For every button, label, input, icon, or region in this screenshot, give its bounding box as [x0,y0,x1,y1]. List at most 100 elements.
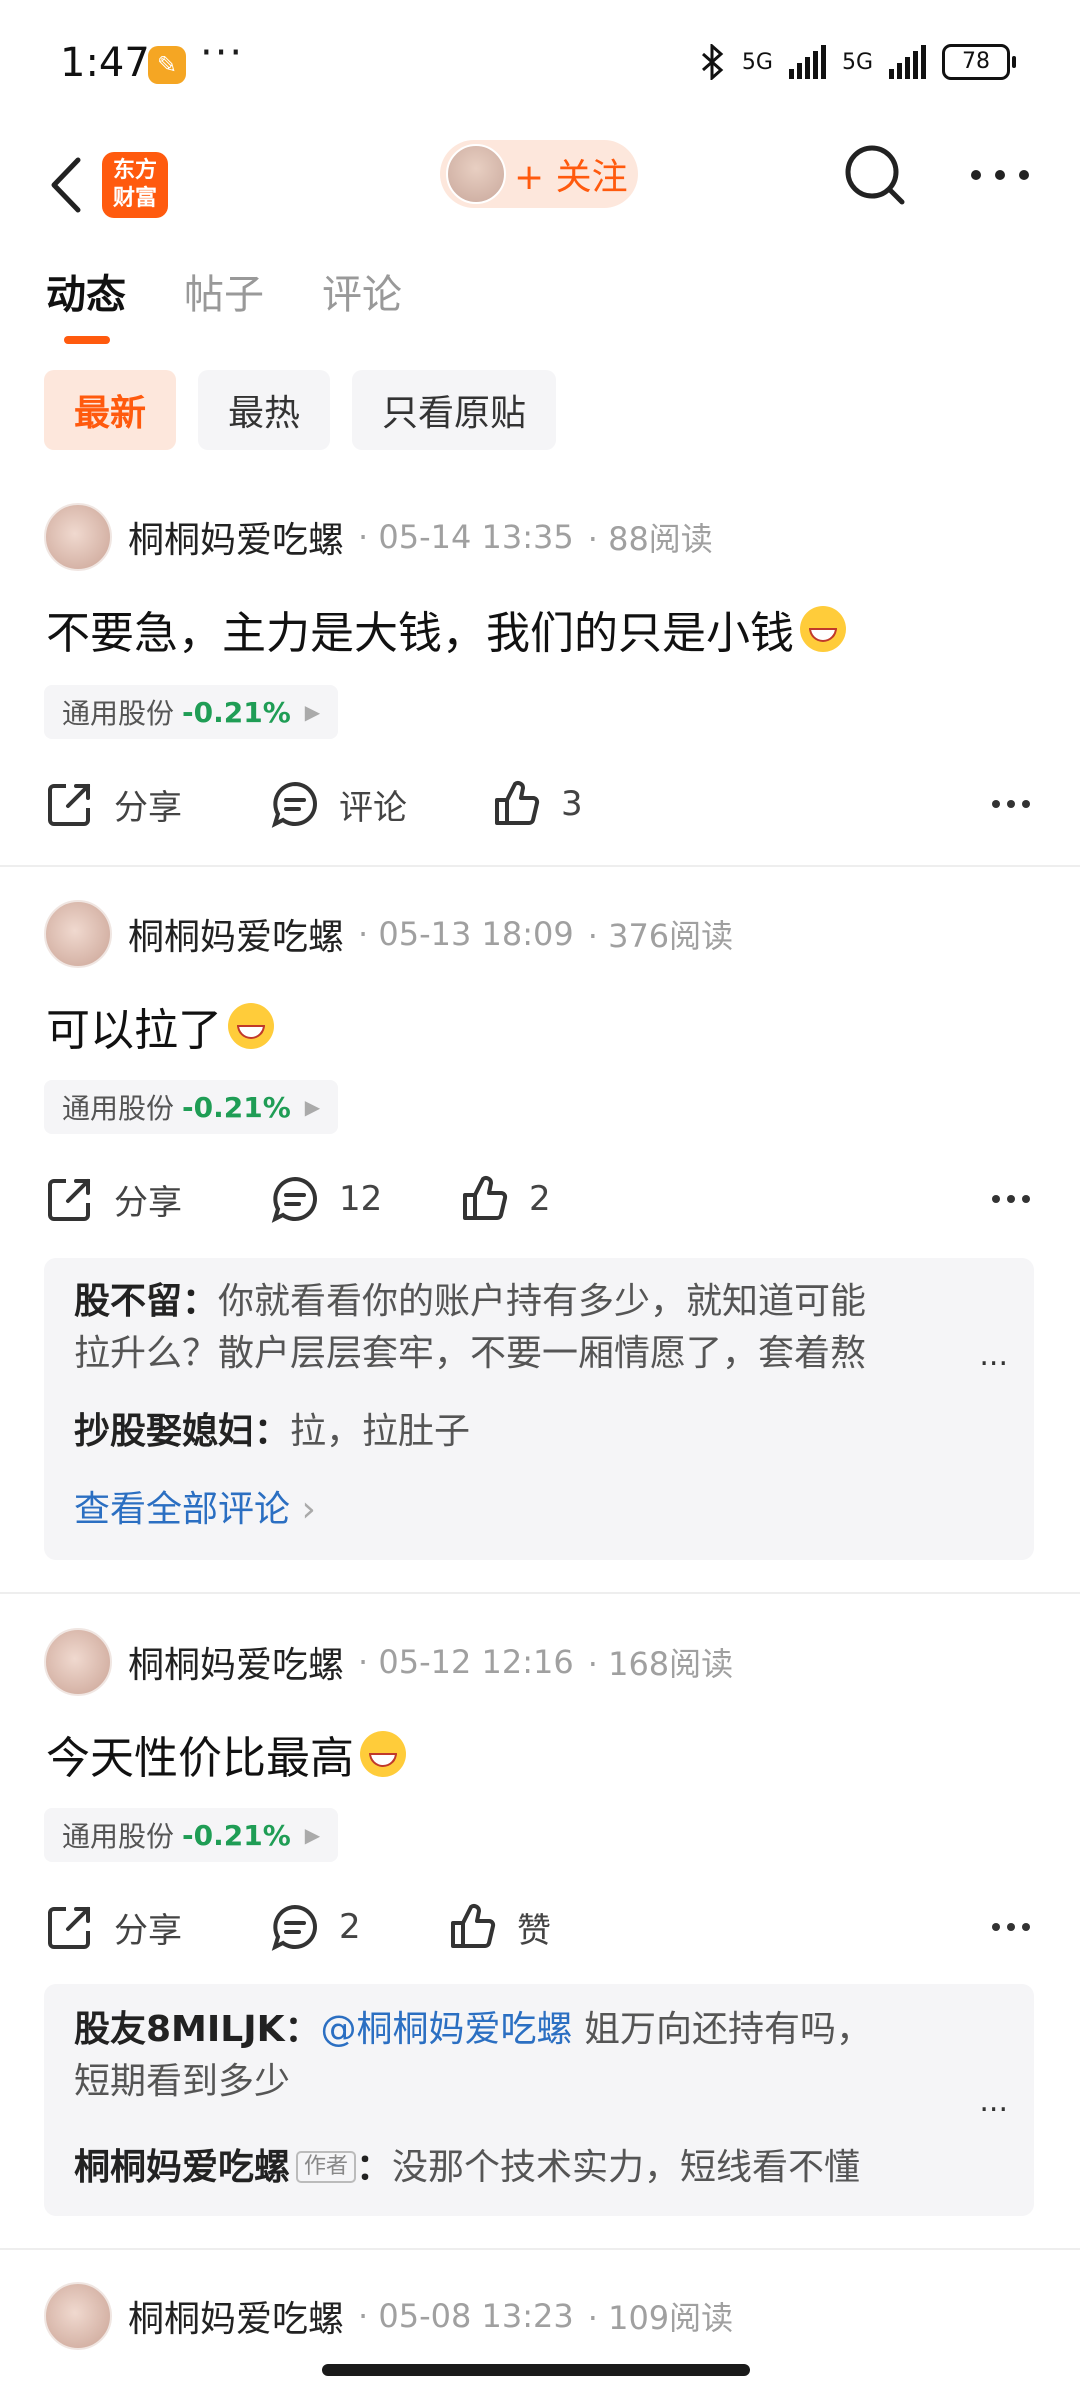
follow-button[interactable]: + 关注 [440,140,638,208]
mention-link[interactable]: @桐桐妈爱吃螺 [321,2009,573,2050]
author-name[interactable]: 桐桐妈爱吃螺 [128,2290,344,2342]
divider [0,1592,1080,1594]
tab-dynamics[interactable]: 动态 [46,262,126,344]
status-more-icon: ··· [200,30,245,76]
stock-name: 通用股份 [62,1820,175,1853]
post-content[interactable]: 不要急，主力是大钱，我们的只是小钱 [46,597,846,661]
avatar[interactable] [44,2282,112,2350]
comment-item[interactable]: 桐桐妈爱吃螺 作者 ：没那个技术实力，短线看不懂 [74,2142,994,2194]
post-author-line: 桐桐妈爱吃螺 · 05-08 13:23 · 109阅读 [44,2282,734,2350]
thumbs-up-icon [495,781,540,825]
play-arrow-icon: ▶ [304,1095,321,1119]
comment-icon [271,1176,317,1223]
follow-label: + 关注 [514,157,628,198]
post-read-count: · 376阅读 [587,917,734,955]
post-content[interactable]: 今天性价比最高 [46,1722,406,1786]
share-button[interactable]: 分享 [44,1901,269,1953]
comment-preview[interactable]: 股友8MILJK：@桐桐妈爱吃螺 姐万向还持有吗， 短期看到多少 ... 桐桐妈… [44,1984,1034,2216]
like-label: 赞 [517,1910,551,1951]
author-name[interactable]: 桐桐妈爱吃螺 [128,511,344,563]
grin-emoji-icon [228,1003,274,1049]
stock-change: -0.21% [182,695,291,729]
comment-button[interactable]: 2 [269,1901,447,1953]
like-count: 2 [529,1179,551,1219]
post-text: 可以拉了 [46,1005,222,1056]
comment-user[interactable]: 桐桐妈爱吃螺 [74,2147,290,2188]
filter-chips: 最新 最热 只看原贴 [44,370,557,450]
bluetooth-icon [701,44,724,80]
avatar[interactable] [44,900,112,968]
stock-name: 通用股份 [62,1092,175,1125]
home-indicator[interactable] [322,2364,750,2376]
like-button[interactable]: 3 [491,778,583,830]
comment-item[interactable]: 股不留：你就看看你的账户持有多少，就知道可能 拉升么？散户层层套牢，不要一厢情愿… [74,1276,994,1380]
post-more-icon[interactable] [986,1902,1036,1952]
post-date: · 05-08 13:23 [358,2297,574,2335]
tab-posts[interactable]: 帖子 [184,262,264,320]
post-card: 桐桐妈爱吃螺 · 05-12 12:16 · 168阅读 今天性价比最高 通用股… [0,1628,1080,2250]
content-tabs: 动态 帖子 评论 [46,262,402,344]
post-more-icon[interactable] [986,779,1036,829]
post-text: 不要急，主力是大钱，我们的只是小钱 [46,608,794,659]
avatar [446,144,506,204]
divider [0,2248,1080,2250]
filter-original-only[interactable]: 只看原贴 [352,370,557,450]
tab-comments[interactable]: 评论 [322,262,402,320]
post-read-count: · 168阅读 [587,1645,734,1683]
status-indicators: 5G 5G 78 [700,44,1016,80]
search-icon[interactable] [840,140,910,210]
post-read-count: · 109阅读 [587,2299,734,2337]
post-date: · 05-14 13:35 [358,518,574,556]
thumbs-up-icon [451,1904,496,1948]
app-notification-icon: ✎ [148,46,186,84]
stock-tag[interactable]: 通用股份 -0.21% ▶ [44,1808,339,1862]
comment-button[interactable]: 评论 [269,778,491,830]
post-card: 桐桐妈爱吃螺 · 05-14 13:35 · 88阅读 不要急，主力是大钱，我们… [0,503,1080,865]
comment-item[interactable]: 抄股娶媳妇：拉，拉肚子 [74,1406,994,1458]
comment-count: 2 [339,1907,361,1947]
battery-icon: 78 [942,44,1016,80]
thumbs-up-icon [463,1176,508,1220]
stock-tag[interactable]: 通用股份 -0.21% ▶ [44,685,339,739]
avatar[interactable] [44,1628,112,1696]
post-card: 桐桐妈爱吃螺 · 05-08 13:23 · 109阅读 [0,2282,1080,2364]
eastmoney-logo[interactable]: 东方 财富 [102,152,168,218]
comment-user[interactable]: 抄股娶媳妇： [74,1411,290,1452]
post-actions: 分享 评论 3 [44,769,1036,839]
filter-hottest[interactable]: 最热 [198,370,331,450]
network-2-label: 5G [841,49,873,75]
post-content[interactable]: 可以拉了 [46,994,274,1058]
like-button[interactable]: 赞 [447,1901,551,1953]
comment-user[interactable]: 股不留： [74,1281,218,1322]
stock-tag[interactable]: 通用股份 -0.21% ▶ [44,1080,339,1134]
post-date: · 05-13 18:09 [358,915,574,953]
post-date: · 05-12 12:16 [358,1643,574,1681]
post-more-icon[interactable] [986,1174,1036,1224]
comment-icon [271,1904,317,1951]
comment-item[interactable]: 股友8MILJK：@桐桐妈爱吃螺 姐万向还持有吗， 短期看到多少 [74,2004,994,2108]
post-author-line: 桐桐妈爱吃螺 · 05-13 18:09 · 376阅读 [44,900,734,968]
post-card: 桐桐妈爱吃螺 · 05-13 18:09 · 376阅读 可以拉了 通用股份 -… [0,900,1080,1592]
share-button[interactable]: 分享 [44,778,269,830]
view-all-label: 查看全部评论 [74,1489,291,1530]
comment-user[interactable]: 股友8MILJK： [74,2009,321,2050]
avatar[interactable] [44,503,112,571]
author-name[interactable]: 桐桐妈爱吃螺 [128,908,344,960]
view-all-comments-link[interactable]: 查看全部评论 › [74,1480,316,1532]
like-button[interactable]: 2 [459,1173,551,1225]
post-author-line: 桐桐妈爱吃螺 · 05-12 12:16 · 168阅读 [44,1628,734,1696]
share-button[interactable]: 分享 [44,1173,269,1225]
back-icon[interactable] [40,140,100,230]
comment-text: 你就看看你的账户持有多少，就知道可能 [218,1281,867,1322]
comment-text-cont: 拉升么？散户层层套牢，不要一厢情愿了，套着熬 [74,1333,867,1374]
comment-preview[interactable]: 股不留：你就看看你的账户持有多少，就知道可能 拉升么？散户层层套牢，不要一厢情愿… [44,1258,1034,1560]
comment-count: 12 [339,1179,383,1219]
post-actions: 分享 12 2 [44,1164,1036,1234]
signal-2-icon [889,45,926,79]
more-options-icon[interactable] [960,150,1040,200]
comment-button[interactable]: 12 [269,1173,459,1225]
top-nav-bar: 东方 财富 + 关注 [0,130,1080,250]
author-name[interactable]: 桐桐妈爱吃螺 [128,1636,344,1688]
filter-latest[interactable]: 最新 [44,370,177,450]
like-label: 3 [561,784,583,824]
